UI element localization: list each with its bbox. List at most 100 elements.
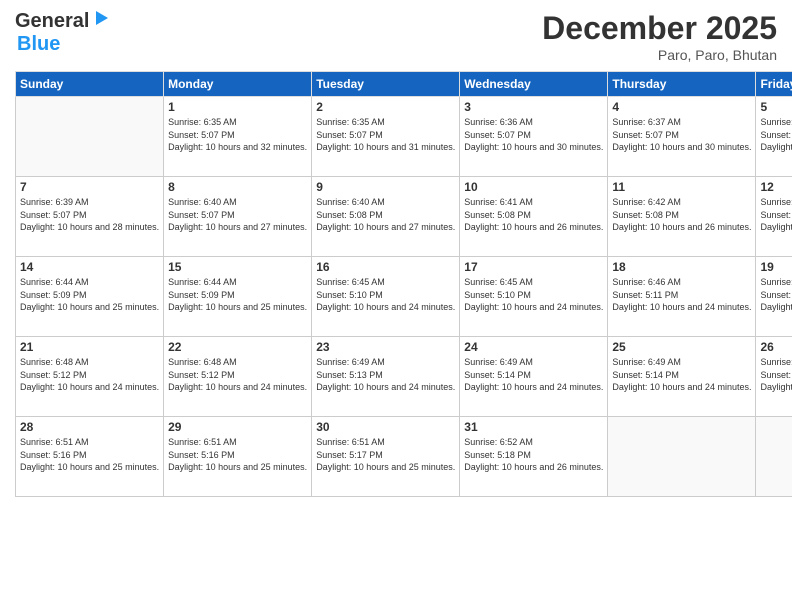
day-info: Sunrise: 6:45 AMSunset: 5:10 PMDaylight:… (316, 276, 455, 314)
day-info: Sunrise: 6:36 AMSunset: 5:07 PMDaylight:… (464, 116, 603, 154)
calendar-week-row: 21 Sunrise: 6:48 AMSunset: 5:12 PMDayligh… (16, 337, 792, 417)
day-info: Sunrise: 6:49 AMSunset: 5:13 PMDaylight:… (316, 356, 455, 394)
day-number: 29 (168, 420, 307, 434)
day-number: 9 (316, 180, 455, 194)
day-info: Sunrise: 6:50 AMSunset: 5:15 PMDaylight:… (760, 356, 792, 394)
day-number: 16 (316, 260, 455, 274)
day-info: Sunrise: 6:38 AMSunset: 5:07 PMDaylight:… (760, 116, 792, 154)
location: Paro, Paro, Bhutan (542, 47, 777, 63)
calendar-cell: 24Sunrise: 6:49 AMSunset: 5:14 PMDayligh… (460, 337, 608, 417)
day-info: Sunrise: 6:39 AMSunset: 5:07 PMDaylight:… (20, 196, 159, 234)
calendar-cell: 7 Sunrise: 6:39 AMSunset: 5:07 PMDaylight… (16, 177, 164, 257)
day-info: Sunrise: 6:40 AMSunset: 5:07 PMDaylight:… (168, 196, 307, 234)
logo: General Blue (15, 10, 110, 56)
day-number: 28 (20, 420, 159, 434)
day-info: Sunrise: 6:49 AMSunset: 5:14 PMDaylight:… (612, 356, 751, 394)
calendar-cell: 4 Sunrise: 6:37 AMSunset: 5:07 PMDaylight… (608, 97, 756, 177)
day-info: Sunrise: 6:52 AMSunset: 5:18 PMDaylight:… (464, 436, 603, 474)
calendar-cell: 10 Sunrise: 6:41 AMSunset: 5:08 PMDayligh… (460, 177, 608, 257)
day-of-week-header: Thursday (608, 72, 756, 97)
day-info: Sunrise: 6:51 AMSunset: 5:17 PMDaylight:… (316, 436, 455, 474)
day-info: Sunrise: 6:51 AMSunset: 5:16 PMDaylight:… (168, 436, 307, 474)
day-number: 18 (612, 260, 751, 274)
day-info: Sunrise: 6:48 AMSunset: 5:12 PMDaylight:… (20, 356, 159, 394)
page: General Blue December 2025 Paro, Paro, B… (0, 0, 792, 612)
day-info: Sunrise: 6:42 AMSunset: 5:09 PMDaylight:… (760, 196, 792, 234)
day-of-week-header: Wednesday (460, 72, 608, 97)
calendar-cell: 17Sunrise: 6:45 AMSunset: 5:10 PMDayligh… (460, 257, 608, 337)
day-info: Sunrise: 6:42 AMSunset: 5:08 PMDaylight:… (612, 196, 751, 234)
calendar-cell: 5 Sunrise: 6:38 AMSunset: 5:07 PMDaylight… (756, 97, 792, 177)
day-number: 26 (760, 340, 792, 354)
calendar-cell: 22Sunrise: 6:48 AMSunset: 5:12 PMDayligh… (164, 337, 312, 417)
day-info: Sunrise: 6:47 AMSunset: 5:11 PMDaylight:… (760, 276, 792, 314)
day-of-week-header: Monday (164, 72, 312, 97)
day-number: 15 (168, 260, 307, 274)
day-number: 2 (316, 100, 455, 114)
calendar-cell (756, 417, 792, 497)
day-info: Sunrise: 6:41 AMSunset: 5:08 PMDaylight:… (464, 196, 603, 234)
title-section: December 2025 Paro, Paro, Bhutan (542, 10, 777, 63)
calendar-cell: 12 Sunrise: 6:42 AMSunset: 5:09 PMDayligh… (756, 177, 792, 257)
day-number: 17 (464, 260, 603, 274)
day-info: Sunrise: 6:46 AMSunset: 5:11 PMDaylight:… (612, 276, 751, 314)
calendar-cell: 18 Sunrise: 6:46 AMSunset: 5:11 PMDayligh… (608, 257, 756, 337)
day-number: 31 (464, 420, 603, 434)
header: General Blue December 2025 Paro, Paro, B… (15, 10, 777, 63)
calendar-cell: 25 Sunrise: 6:49 AMSunset: 5:14 PMDayligh… (608, 337, 756, 417)
calendar-cell: 21 Sunrise: 6:48 AMSunset: 5:12 PMDayligh… (16, 337, 164, 417)
calendar-week-row: 7 Sunrise: 6:39 AMSunset: 5:07 PMDaylight… (16, 177, 792, 257)
day-number: 8 (168, 180, 307, 194)
logo-arrow-icon (92, 9, 110, 33)
calendar-cell: 2 Sunrise: 6:35 AMSunset: 5:07 PMDaylight… (312, 97, 460, 177)
day-number: 14 (20, 260, 159, 274)
calendar-cell: 14Sunrise: 6:44 AMSunset: 5:09 PMDayligh… (16, 257, 164, 337)
day-number: 3 (464, 100, 603, 114)
calendar-cell: 8 Sunrise: 6:40 AMSunset: 5:07 PMDaylight… (164, 177, 312, 257)
logo-blue: Blue (17, 33, 60, 56)
day-number: 21 (20, 340, 159, 354)
calendar-header-row: SundayMondayTuesdayWednesdayThursdayFrid… (16, 72, 792, 97)
day-info: Sunrise: 6:44 AMSunset: 5:09 PMDaylight:… (168, 276, 307, 314)
calendar-cell: 23Sunrise: 6:49 AMSunset: 5:13 PMDayligh… (312, 337, 460, 417)
day-info: Sunrise: 6:35 AMSunset: 5:07 PMDaylight:… (168, 116, 307, 154)
day-number: 4 (612, 100, 751, 114)
day-number: 7 (20, 180, 159, 194)
day-number: 1 (168, 100, 307, 114)
calendar-cell: 31 Sunrise: 6:52 AMSunset: 5:18 PMDayligh… (460, 417, 608, 497)
calendar-table: SundayMondayTuesdayWednesdayThursdayFrid… (15, 71, 792, 497)
calendar-cell: 11Sunrise: 6:42 AMSunset: 5:08 PMDayligh… (608, 177, 756, 257)
day-number: 30 (316, 420, 455, 434)
calendar-cell: 29 Sunrise: 6:51 AMSunset: 5:16 PMDayligh… (164, 417, 312, 497)
calendar-week-row: 28 Sunrise: 6:51 AMSunset: 5:16 PMDayligh… (16, 417, 792, 497)
calendar-cell (608, 417, 756, 497)
calendar-cell: 16 Sunrise: 6:45 AMSunset: 5:10 PMDayligh… (312, 257, 460, 337)
day-number: 5 (760, 100, 792, 114)
day-info: Sunrise: 6:49 AMSunset: 5:14 PMDaylight:… (464, 356, 603, 394)
day-number: 12 (760, 180, 792, 194)
calendar-cell: 3 Sunrise: 6:36 AMSunset: 5:07 PMDaylight… (460, 97, 608, 177)
day-number: 10 (464, 180, 603, 194)
day-of-week-header: Friday (756, 72, 792, 97)
day-info: Sunrise: 6:37 AMSunset: 5:07 PMDaylight:… (612, 116, 751, 154)
logo-general: General (15, 10, 89, 33)
day-of-week-header: Sunday (16, 72, 164, 97)
day-of-week-header: Tuesday (312, 72, 460, 97)
day-info: Sunrise: 6:40 AMSunset: 5:08 PMDaylight:… (316, 196, 455, 234)
calendar-cell: 26 Sunrise: 6:50 AMSunset: 5:15 PMDayligh… (756, 337, 792, 417)
calendar-cell: 9 Sunrise: 6:40 AMSunset: 5:08 PMDaylight… (312, 177, 460, 257)
logo-line1: General (15, 10, 110, 33)
day-info: Sunrise: 6:35 AMSunset: 5:07 PMDaylight:… (316, 116, 455, 154)
calendar-cell: 19 Sunrise: 6:47 AMSunset: 5:11 PMDayligh… (756, 257, 792, 337)
calendar-cell (16, 97, 164, 177)
day-number: 19 (760, 260, 792, 274)
calendar-week-row: 14 Sunrise: 6:44 AMSunset: 5:09 PMDayligh… (16, 257, 792, 337)
month-title: December 2025 (542, 10, 777, 47)
day-number: 22 (168, 340, 307, 354)
calendar-cell: 28 Sunrise: 6:51 AMSunset: 5:16 PMDayligh… (16, 417, 164, 497)
calendar-week-row: 1 Sunrise: 6:35 AMSunset: 5:07 PMDaylight… (16, 97, 792, 177)
day-info: Sunrise: 6:51 AMSunset: 5:16 PMDaylight:… (20, 436, 159, 474)
day-number: 25 (612, 340, 751, 354)
calendar-cell: 30 Sunrise: 6:51 AMSunset: 5:17 PMDayligh… (312, 417, 460, 497)
calendar-cell: 15 Sunrise: 6:44 AMSunset: 5:09 PMDayligh… (164, 257, 312, 337)
